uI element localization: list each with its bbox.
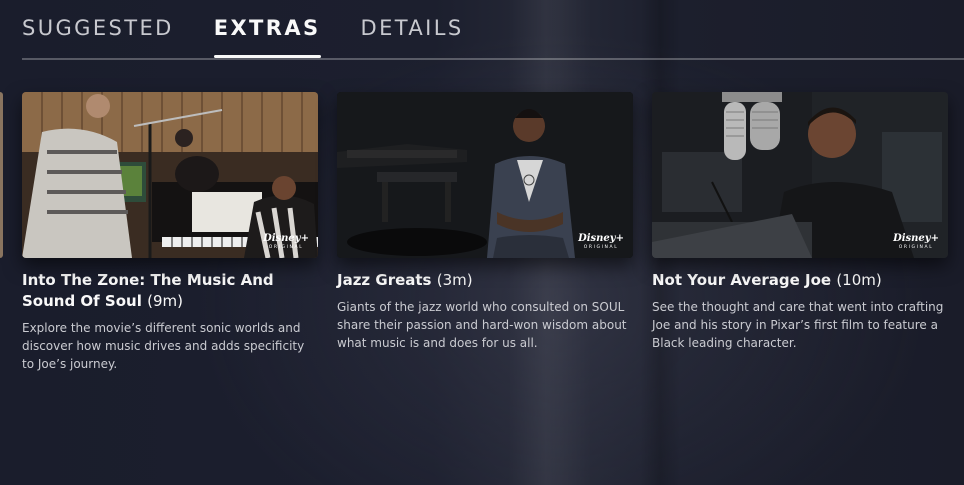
extra-card-not-your-average-joe[interactable]: Disney+ ORIGINAL Not Your Average Joe (1… [652, 92, 948, 373]
tab-divider [22, 58, 964, 60]
tab-extras-label: EXTRAS [213, 16, 321, 40]
disney-plus-original-badge: Disney+ ORIGINAL [893, 232, 939, 251]
tab-extras[interactable]: EXTRAS [213, 14, 321, 58]
tab-suggested-label: SUGGESTED [22, 16, 174, 40]
disney-plus-logo: Disney+ [893, 232, 939, 244]
extra-description: Giants of the jazz world who consulted o… [337, 300, 627, 350]
extra-description: See the thought and care that went into … [652, 300, 944, 350]
disney-plus-logo: Disney+ [263, 232, 309, 244]
extra-card-into-the-zone[interactable]: Disney+ ORIGINAL Into The Zone: The Musi… [22, 92, 318, 373]
extra-title-text: Not Your Average Joe [652, 271, 832, 289]
extra-duration: (3m) [436, 271, 473, 289]
extra-duration: (10m) [836, 271, 882, 289]
extras-row: Disney+ ORIGINAL Into The Zone: The Musi… [22, 92, 964, 373]
tab-bar: SUGGESTED EXTRAS DETAILS [22, 14, 964, 60]
extra-title[interactable]: Not Your Average Joe (10m) [652, 270, 948, 291]
tab-details-label: DETAILS [360, 16, 464, 40]
extra-thumbnail[interactable]: Disney+ ORIGINAL [22, 92, 318, 258]
tab-suggested[interactable]: SUGGESTED [22, 14, 174, 58]
extra-title[interactable]: Jazz Greats (3m) [337, 270, 633, 291]
extra-title-text: Jazz Greats [337, 271, 432, 289]
original-label: ORIGINAL [898, 244, 934, 250]
disney-plus-original-badge: Disney+ ORIGINAL [263, 232, 309, 251]
tab-details[interactable]: DETAILS [361, 14, 464, 58]
previous-card-peek[interactable] [0, 92, 3, 258]
extra-description: Explore the movie’s different sonic worl… [22, 321, 305, 371]
original-label: ORIGINAL [583, 244, 619, 250]
disney-plus-original-badge: Disney+ ORIGINAL [578, 232, 624, 251]
extra-card-jazz-greats[interactable]: Disney+ ORIGINAL Jazz Greats (3m) Giants… [337, 92, 633, 373]
extra-thumbnail[interactable]: Disney+ ORIGINAL [337, 92, 633, 258]
extra-thumbnail[interactable]: Disney+ ORIGINAL [652, 92, 948, 258]
extra-title[interactable]: Into The Zone: The Music And Sound Of So… [22, 270, 318, 312]
original-label: ORIGINAL [268, 244, 304, 250]
disney-plus-logo: Disney+ [578, 232, 624, 244]
extra-duration: (9m) [147, 292, 183, 310]
